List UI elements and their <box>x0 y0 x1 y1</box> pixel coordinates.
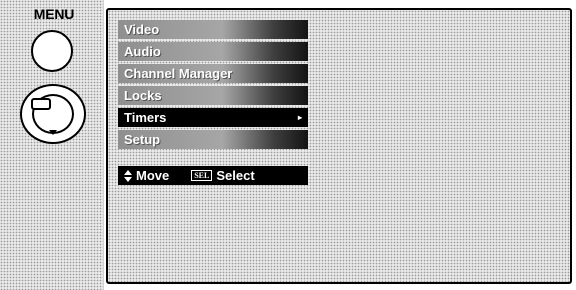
menu-item-label: Locks <box>124 88 162 103</box>
sel-button[interactable] <box>31 98 51 110</box>
menu-item-audio[interactable]: Audio <box>118 42 308 61</box>
directional-pad[interactable] <box>20 84 86 144</box>
menu-label: MENU <box>33 6 75 22</box>
tv-screen: Video Audio Channel Manager Locks Timers… <box>106 8 572 284</box>
menu-item-setup[interactable]: Setup <box>118 130 308 149</box>
up-down-arrow-icon <box>124 169 133 182</box>
menu-item-label: Video <box>124 22 160 37</box>
menu-button[interactable] <box>31 30 73 72</box>
down-arrow-icon[interactable] <box>49 130 57 135</box>
submenu-arrow-icon: ▸ <box>297 113 302 122</box>
menu-item-timers[interactable]: Timers ▸ <box>118 108 308 127</box>
menu-item-label: Audio <box>124 44 161 59</box>
remote-panel: MENU <box>0 0 104 290</box>
select-hint-label: Select <box>216 168 255 183</box>
menu-item-channel-manager[interactable]: Channel Manager <box>118 64 308 83</box>
menu-item-label: Setup <box>124 132 161 147</box>
menu-item-locks[interactable]: Locks <box>118 86 308 105</box>
menu-item-video[interactable]: Video <box>118 20 308 39</box>
main-menu: Video Audio Channel Manager Locks Timers… <box>118 20 308 152</box>
menu-item-label: Channel Manager <box>124 66 233 81</box>
navigation-hint-bar: Move SEL Select <box>118 166 308 185</box>
sel-key-icon: SEL <box>191 170 213 181</box>
move-hint-label: Move <box>136 168 170 183</box>
menu-item-label: Timers <box>124 110 167 125</box>
